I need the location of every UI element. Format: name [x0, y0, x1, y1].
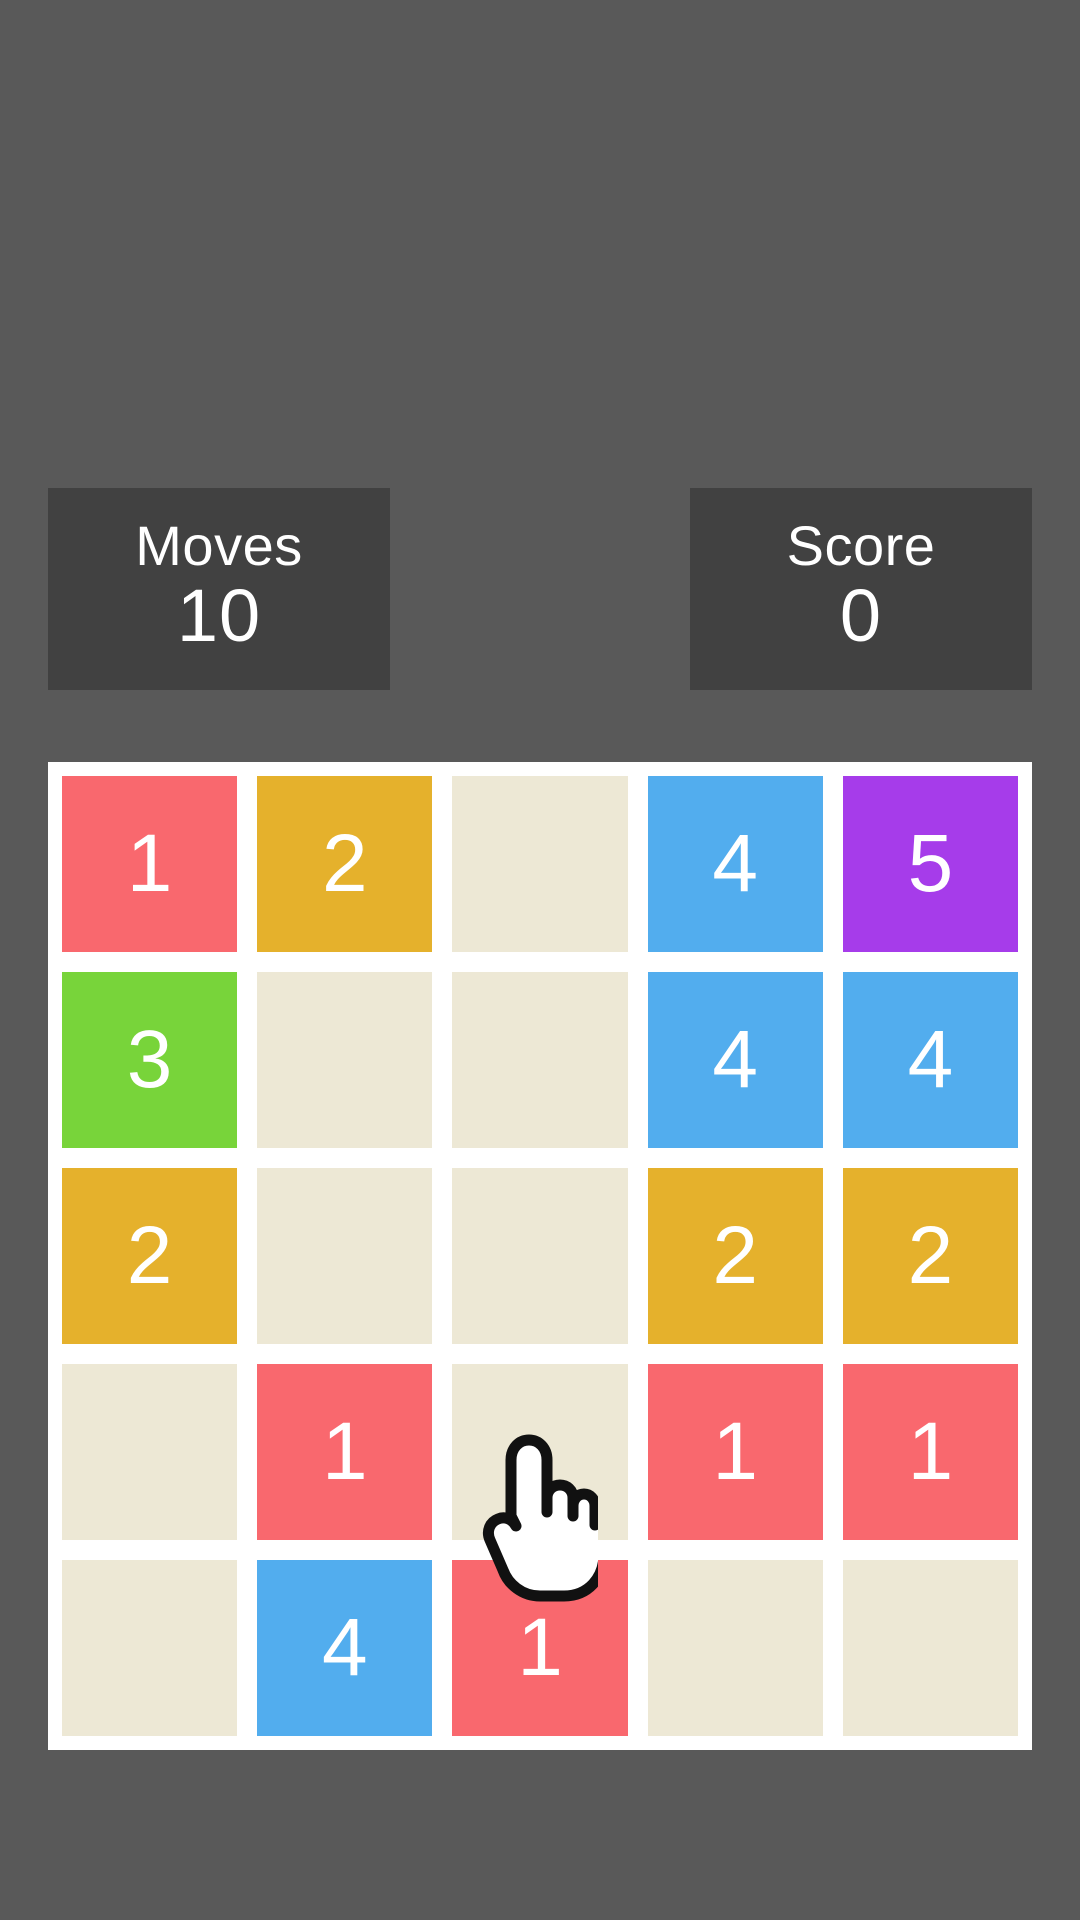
score-value: 0	[839, 574, 883, 657]
tile-value[interactable]: 4	[257, 1560, 433, 1736]
hud-bar: Moves 10 Score 0	[48, 488, 1032, 690]
tile-value[interactable]: 2	[647, 1168, 823, 1344]
tile-value[interactable]: 1	[62, 776, 238, 952]
tile-grid: 124534422211141	[62, 776, 1018, 1736]
tile-empty[interactable]	[452, 972, 628, 1148]
tile-value[interactable]: 2	[62, 1168, 238, 1344]
tile-value[interactable]: 2	[842, 1168, 1018, 1344]
moves-label: Moves	[135, 514, 303, 577]
tile-empty[interactable]	[62, 1364, 238, 1540]
tile-empty[interactable]	[62, 1560, 238, 1736]
tile-value[interactable]: 2	[257, 776, 433, 952]
tile-value[interactable]: 1	[452, 1560, 628, 1736]
game-screen: Moves 10 Score 0 124534422211141	[0, 0, 1080, 1920]
tile-value[interactable]: 1	[257, 1364, 433, 1540]
tile-value[interactable]: 4	[647, 776, 823, 952]
tile-empty[interactable]	[452, 776, 628, 952]
tile-empty[interactable]	[257, 1168, 433, 1344]
tile-empty[interactable]	[647, 1560, 823, 1736]
tile-value[interactable]: 4	[842, 972, 1018, 1148]
tile-empty[interactable]	[257, 972, 433, 1148]
tile-value[interactable]: 1	[842, 1364, 1018, 1540]
tile-value[interactable]: 1	[647, 1364, 823, 1540]
game-board: 124534422211141	[48, 762, 1032, 1750]
score-panel: Score 0	[690, 488, 1032, 690]
tile-value[interactable]: 5	[842, 776, 1018, 952]
moves-panel: Moves 10	[48, 488, 390, 690]
score-label: Score	[786, 514, 936, 577]
tile-empty[interactable]	[842, 1560, 1018, 1736]
tile-empty[interactable]	[452, 1168, 628, 1344]
tile-empty[interactable]	[452, 1364, 628, 1540]
tile-value[interactable]: 4	[647, 972, 823, 1148]
moves-value: 10	[176, 574, 262, 657]
tile-value[interactable]: 3	[62, 972, 238, 1148]
